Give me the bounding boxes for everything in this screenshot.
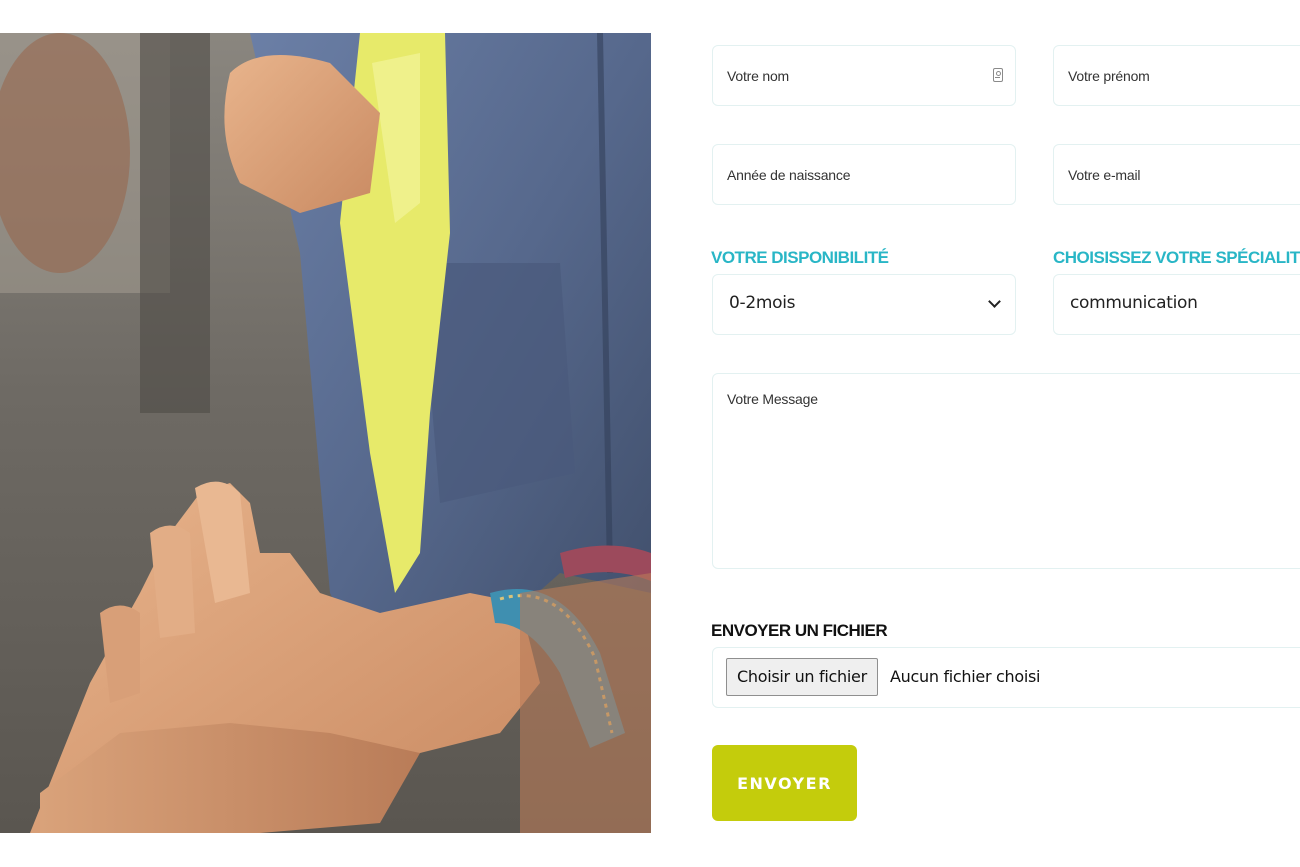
- specialty-label: CHOISISSEZ VOTRE SPÉCIALITÉ: [1053, 248, 1300, 267]
- file-upload-field: Choisir un fichier Aucun fichier choisi: [712, 647, 1300, 708]
- name-field[interactable]: Votre nom: [712, 45, 1016, 106]
- specialty-select[interactable]: communication: [1053, 274, 1300, 335]
- message-field[interactable]: Votre Message: [712, 373, 1300, 569]
- firstname-field[interactable]: Votre prénom: [1053, 45, 1300, 106]
- file-status: Aucun fichier choisi: [890, 667, 1041, 686]
- email-placeholder: Votre e-mail: [1068, 167, 1141, 183]
- contact-card-icon: [993, 68, 1003, 82]
- application-form: Votre nom Votre prénom Année de naissanc…: [0, 0, 1300, 867]
- email-field[interactable]: Votre e-mail: [1053, 144, 1300, 205]
- file-upload-label: ENVOYER UN FICHIER: [711, 621, 888, 640]
- availability-label: VOTRE DISPONIBILITÉ: [711, 248, 889, 267]
- message-placeholder: Votre Message: [727, 391, 818, 407]
- name-placeholder: Votre nom: [727, 68, 790, 84]
- specialty-value: communication: [1070, 293, 1198, 313]
- chevron-down-icon: [988, 295, 1001, 308]
- choose-file-button[interactable]: Choisir un fichier: [726, 658, 878, 696]
- birthyear-placeholder: Année de naissance: [727, 167, 851, 183]
- availability-value: 0-2mois: [729, 293, 796, 313]
- submit-button[interactable]: ENVOYER: [712, 745, 857, 821]
- availability-select[interactable]: 0-2mois: [712, 274, 1016, 335]
- birthyear-field[interactable]: Année de naissance: [712, 144, 1016, 205]
- firstname-placeholder: Votre prénom: [1068, 68, 1150, 84]
- page: Votre nom Votre prénom Année de naissanc…: [0, 0, 1300, 867]
